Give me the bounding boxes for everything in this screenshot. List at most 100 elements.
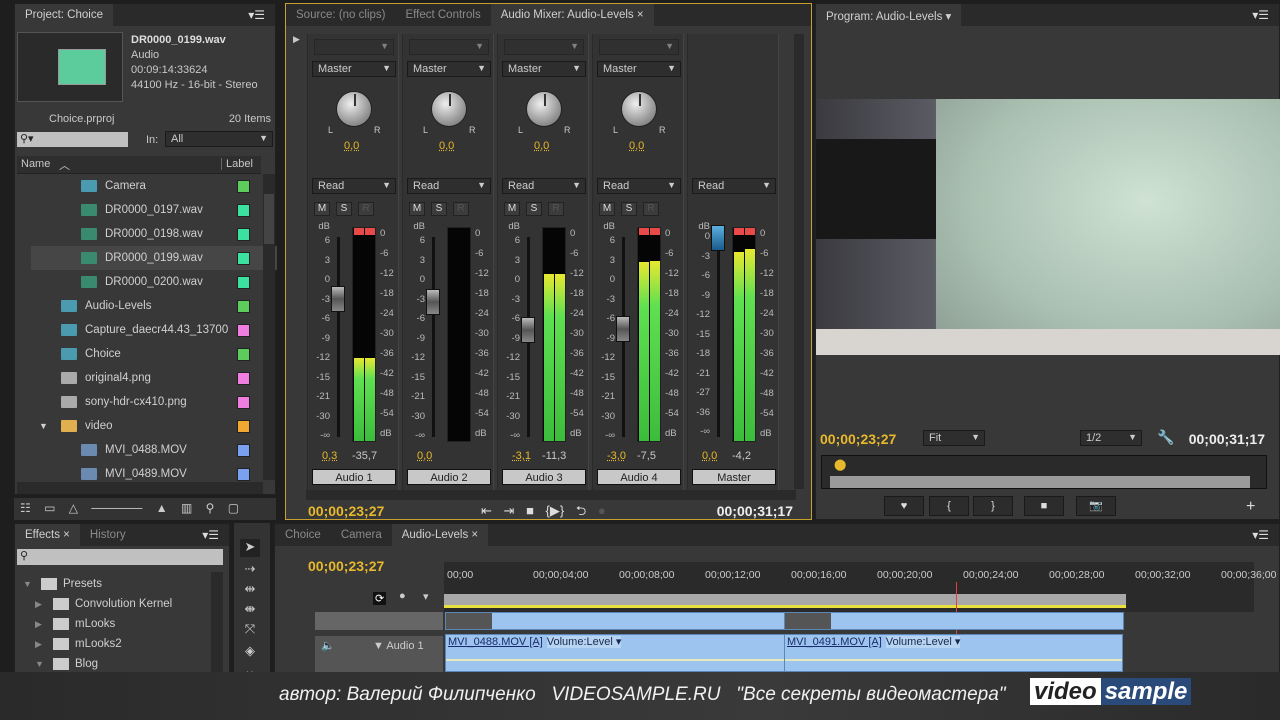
label-swatch[interactable] <box>237 275 250 289</box>
ripple-edit-tool-icon[interactable]: ⇹ <box>240 581 260 599</box>
clip-indicator[interactable] <box>639 228 649 235</box>
tab-source-no-clips-[interactable]: Source: (no clips) <box>286 4 395 26</box>
panel-menu-icon[interactable]: ▾☰ <box>1252 8 1269 22</box>
list-view-icon[interactable]: ☷ <box>20 501 31 515</box>
solo-button[interactable]: S <box>621 202 637 216</box>
marker-icon[interactable]: ● <box>399 590 406 602</box>
work-area-bar[interactable] <box>444 594 1126 608</box>
record-icon[interactable]: ● <box>598 503 606 518</box>
mute-button[interactable]: M <box>314 202 330 216</box>
volume-rubber-band[interactable] <box>785 659 1122 661</box>
collapse-arrow-icon[interactable]: ▼ <box>35 659 49 669</box>
new-bin-icon[interactable]: ▢ <box>228 501 239 515</box>
collapse-arrow-icon[interactable]: ▼ <box>23 579 37 589</box>
volume-value[interactable]: 0,0 <box>702 450 717 462</box>
export-frame-button[interactable]: 📷 <box>1076 496 1116 516</box>
tab-program[interactable]: Program: Audio-Levels ▾ <box>816 4 962 26</box>
volume-fader[interactable] <box>711 225 725 251</box>
close-icon[interactable]: × <box>634 9 644 21</box>
project-item[interactable]: Audio-Levels <box>31 294 277 318</box>
rate-stretch-tool-icon[interactable]: ⤧ <box>240 621 260 639</box>
clip-indicator[interactable] <box>745 228 755 235</box>
channel-name[interactable]: Audio 1 <box>312 469 396 485</box>
play-triangle-icon[interactable]: ▶ <box>293 34 300 45</box>
volume-value[interactable]: 0,3 <box>322 450 337 462</box>
project-item[interactable]: DR0000_0200.wav <box>31 270 277 294</box>
effects-search-input[interactable]: ⚲ <box>17 549 223 565</box>
solo-button[interactable]: S <box>431 202 447 216</box>
audio-clip[interactable]: MVI_0488.MOV [A] Volume:Level ▾ <box>445 634 785 672</box>
video-clip[interactable] <box>445 612 785 630</box>
project-item[interactable]: original4.png <box>31 366 277 390</box>
audio-clip[interactable]: MVI_0491.MOV [A] Volume:Level ▾ <box>784 634 1123 672</box>
razor-tool-icon[interactable]: ◈ <box>240 643 260 661</box>
label-swatch[interactable] <box>237 395 250 409</box>
track-select-tool-icon[interactable]: ⇢ <box>240 561 260 579</box>
zoom-out-icon[interactable]: △ <box>69 501 78 515</box>
tab-project[interactable]: Project: Choice <box>15 4 113 26</box>
pan-value[interactable]: 0,0 <box>439 140 454 152</box>
label-swatch[interactable] <box>237 203 250 217</box>
effects-item[interactable]: ▶ Convolution Kernel <box>19 594 209 614</box>
output-dropdown[interactable]: Master ▼ <box>312 61 396 77</box>
automation-dropdown[interactable]: Read ▼ <box>502 178 586 194</box>
in-dropdown[interactable]: All ▼ <box>165 131 273 147</box>
vertical-scrollbar[interactable] <box>263 174 275 480</box>
program-current-time[interactable]: 00;00;23;27 <box>820 431 896 447</box>
volume-fader[interactable] <box>521 316 535 343</box>
add-marker-button[interactable]: ♥ <box>884 496 924 516</box>
tab-choice[interactable]: Choice <box>275 524 331 546</box>
go-to-out-icon[interactable]: ⇥ <box>504 503 515 518</box>
label-swatch[interactable] <box>237 419 250 433</box>
volume-value[interactable]: 0,0 <box>417 450 432 462</box>
col-label[interactable]: Label <box>221 158 253 170</box>
tab-camera[interactable]: Camera <box>331 524 392 546</box>
expand-arrow-icon[interactable]: ▶ <box>35 599 49 610</box>
automation-dropdown[interactable]: Read ▼ <box>407 178 491 194</box>
close-icon[interactable]: × <box>60 529 70 541</box>
zoom-in-icon[interactable]: ▲ <box>156 501 168 515</box>
volume-fader[interactable] <box>331 286 345 313</box>
effects-item[interactable]: ▶ mLooks2 <box>19 634 209 654</box>
tab-audio-mixer-audio-levels[interactable]: Audio Mixer: Audio-Levels × <box>490 4 654 26</box>
tab-effect-controls[interactable]: Effect Controls <box>395 4 490 26</box>
pan-knob[interactable] <box>336 91 372 127</box>
zoom-scrollbar[interactable] <box>830 476 1250 488</box>
project-item[interactable]: ▼ video <box>31 414 277 438</box>
automation-dropdown[interactable]: Read ▼ <box>312 178 396 194</box>
mute-button[interactable]: M <box>409 202 425 216</box>
label-swatch[interactable] <box>237 467 250 481</box>
speaker-icon[interactable]: 🔈 <box>321 639 335 652</box>
clip-indicator[interactable] <box>365 228 375 235</box>
clip-fx-dropdown[interactable]: Volume:Level ▾ <box>546 636 622 648</box>
tab-history[interactable]: History <box>80 524 136 546</box>
clip-indicator[interactable] <box>650 228 660 235</box>
play-in-to-out-icon[interactable]: {▶} <box>546 503 565 518</box>
resolution-dropdown[interactable]: 1/2 ▼ <box>1080 430 1142 446</box>
effects-item[interactable]: ▼ Presets <box>19 574 209 594</box>
automate-icon[interactable]: ▥ <box>181 501 192 515</box>
column-header[interactable]: Name ︿ Label <box>17 156 261 174</box>
record-button[interactable]: R <box>643 202 659 216</box>
label-swatch[interactable] <box>237 227 250 241</box>
label-swatch[interactable] <box>237 323 250 337</box>
program-time-ruler[interactable]: ⬤ <box>821 455 1267 489</box>
rolling-edit-tool-icon[interactable]: ⇼ <box>240 601 260 619</box>
label-swatch[interactable] <box>237 443 250 457</box>
tab-audio-levels[interactable]: Audio-Levels × <box>391 524 489 546</box>
icon-view-icon[interactable]: ▭ <box>44 501 55 515</box>
panel-menu-icon[interactable]: ▾☰ <box>202 528 219 542</box>
output-dropdown[interactable]: Master ▼ <box>597 61 681 77</box>
mixer-current-time[interactable]: 00;00;23;27 <box>308 503 384 519</box>
close-icon[interactable]: × <box>468 529 478 541</box>
label-swatch[interactable] <box>237 251 250 265</box>
zoom-slider[interactable]: ────── <box>91 501 142 515</box>
label-swatch[interactable] <box>237 179 250 193</box>
mute-button[interactable]: M <box>599 202 615 216</box>
vertical-scrollbar[interactable] <box>211 572 223 672</box>
expand-arrow-icon[interactable]: ▶ <box>35 619 49 630</box>
panel-menu-icon[interactable]: ▾☰ <box>248 8 265 22</box>
pan-value[interactable]: 0,0 <box>344 140 359 152</box>
clip-indicator[interactable] <box>354 228 364 235</box>
effects-item[interactable]: ▼ Blog <box>19 654 209 674</box>
